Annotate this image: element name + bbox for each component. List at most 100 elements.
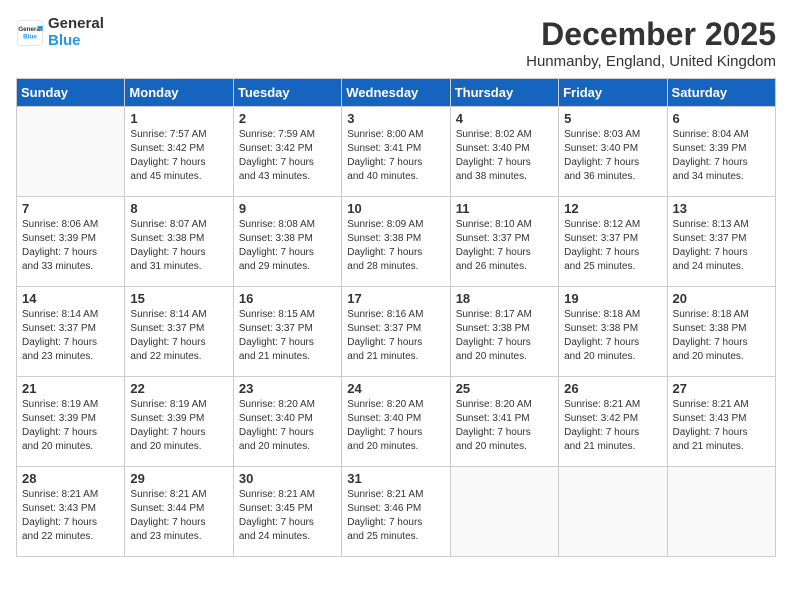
day-number: 13 (673, 201, 770, 216)
day-info: Sunrise: 8:07 AM Sunset: 3:38 PM Dayligh… (130, 218, 227, 274)
calendar-day-cell: 12 Sunrise: 8:12 AM Sunset: 3:37 PM Dayli… (559, 197, 667, 287)
day-info: Sunrise: 8:06 AM Sunset: 3:39 PM Dayligh… (22, 218, 119, 274)
day-number: 11 (456, 201, 553, 216)
calendar-day-cell (17, 107, 125, 197)
day-info: Sunrise: 7:59 AM Sunset: 3:42 PM Dayligh… (239, 128, 336, 184)
calendar-day-cell: 1 Sunrise: 7:57 AM Sunset: 3:42 PM Daylig… (125, 107, 233, 197)
calendar-day-cell: 29 Sunrise: 8:21 AM Sunset: 3:44 PM Dayli… (125, 467, 233, 557)
day-info: Sunrise: 8:13 AM Sunset: 3:37 PM Dayligh… (673, 218, 770, 274)
day-info: Sunrise: 8:03 AM Sunset: 3:40 PM Dayligh… (564, 128, 661, 184)
day-number: 12 (564, 201, 661, 216)
day-info: Sunrise: 8:14 AM Sunset: 3:37 PM Dayligh… (130, 308, 227, 364)
day-of-week-header: Monday (125, 79, 233, 107)
title-block: December 2025 Hunmanby, England, United … (526, 16, 776, 70)
day-info: Sunrise: 8:14 AM Sunset: 3:37 PM Dayligh… (22, 308, 119, 364)
logo-blue-text: Blue (48, 33, 104, 50)
day-number: 1 (130, 111, 227, 126)
calendar-day-cell: 26Sunrise: 8:21 AM Sunset: 3:42 PM Dayli… (559, 377, 667, 467)
calendar-day-cell: 17 Sunrise: 8:16 AM Sunset: 3:37 PM Dayli… (342, 287, 450, 377)
day-info: Sunrise: 8:18 AM Sunset: 3:38 PM Dayligh… (673, 308, 770, 364)
calendar-week-row: 7 Sunrise: 8:06 AM Sunset: 3:39 PM Daylig… (17, 197, 776, 287)
calendar-day-cell: 4Sunrise: 8:02 AM Sunset: 3:40 PM Daylig… (450, 107, 558, 197)
day-of-week-header: Friday (559, 79, 667, 107)
day-number: 21 (22, 381, 119, 396)
day-info: Sunrise: 8:15 AM Sunset: 3:37 PM Dayligh… (239, 308, 336, 364)
calendar-day-cell: 31Sunrise: 8:21 AM Sunset: 3:46 PM Dayli… (342, 467, 450, 557)
day-number: 22 (130, 381, 227, 396)
calendar-day-cell: 9Sunrise: 8:08 AM Sunset: 3:38 PM Daylig… (233, 197, 341, 287)
day-of-week-header: Wednesday (342, 79, 450, 107)
day-number: 25 (456, 381, 553, 396)
calendar-day-cell: 5 Sunrise: 8:03 AM Sunset: 3:40 PM Daylig… (559, 107, 667, 197)
day-number: 6 (673, 111, 770, 126)
calendar-day-cell: 6 Sunrise: 8:04 AM Sunset: 3:39 PM Daylig… (667, 107, 775, 197)
calendar-week-row: 21 Sunrise: 8:19 AM Sunset: 3:39 PM Dayli… (17, 377, 776, 467)
day-number: 31 (347, 471, 444, 486)
day-info: Sunrise: 8:08 AM Sunset: 3:38 PM Dayligh… (239, 218, 336, 274)
day-info: Sunrise: 7:57 AM Sunset: 3:42 PM Dayligh… (130, 128, 227, 184)
calendar-day-cell: 8 Sunrise: 8:07 AM Sunset: 3:38 PM Daylig… (125, 197, 233, 287)
day-info: Sunrise: 8:20 AM Sunset: 3:40 PM Dayligh… (239, 398, 336, 454)
day-number: 19 (564, 291, 661, 306)
day-info: Sunrise: 8:17 AM Sunset: 3:38 PM Dayligh… (456, 308, 553, 364)
day-info: Sunrise: 8:09 AM Sunset: 3:38 PM Dayligh… (347, 218, 444, 274)
logo-general-text: General (48, 16, 104, 33)
logo-text: General Blue (48, 16, 104, 49)
day-info: Sunrise: 8:16 AM Sunset: 3:37 PM Dayligh… (347, 308, 444, 364)
calendar-week-row: 28Sunrise: 8:21 AM Sunset: 3:43 PM Dayli… (17, 467, 776, 557)
header-row: SundayMondayTuesdayWednesdayThursdayFrid… (17, 79, 776, 107)
day-number: 15 (130, 291, 227, 306)
calendar-day-cell: 13 Sunrise: 8:13 AM Sunset: 3:37 PM Dayli… (667, 197, 775, 287)
day-number: 17 (347, 291, 444, 306)
day-info: Sunrise: 8:21 AM Sunset: 3:43 PM Dayligh… (673, 398, 770, 454)
calendar-day-cell: 16 Sunrise: 8:15 AM Sunset: 3:37 PM Dayli… (233, 287, 341, 377)
calendar-body: 1 Sunrise: 7:57 AM Sunset: 3:42 PM Daylig… (17, 107, 776, 557)
calendar-day-cell: 23 Sunrise: 8:20 AM Sunset: 3:40 PM Dayli… (233, 377, 341, 467)
day-number: 20 (673, 291, 770, 306)
day-number: 7 (22, 201, 119, 216)
day-number: 16 (239, 291, 336, 306)
month-title: December 2025 (526, 16, 776, 53)
calendar-day-cell: 2 Sunrise: 7:59 AM Sunset: 3:42 PM Daylig… (233, 107, 341, 197)
day-info: Sunrise: 8:21 AM Sunset: 3:45 PM Dayligh… (239, 488, 336, 544)
day-number: 5 (564, 111, 661, 126)
day-info: Sunrise: 8:19 AM Sunset: 3:39 PM Dayligh… (130, 398, 227, 454)
logo: General Blue General Blue (16, 16, 104, 49)
calendar-header: SundayMondayTuesdayWednesdayThursdayFrid… (17, 79, 776, 107)
day-of-week-header: Sunday (17, 79, 125, 107)
calendar-day-cell: 10 Sunrise: 8:09 AM Sunset: 3:38 PM Dayli… (342, 197, 450, 287)
day-info: Sunrise: 8:20 AM Sunset: 3:40 PM Dayligh… (347, 398, 444, 454)
day-info: Sunrise: 8:18 AM Sunset: 3:38 PM Dayligh… (564, 308, 661, 364)
day-info: Sunrise: 8:21 AM Sunset: 3:42 PM Dayligh… (564, 398, 661, 454)
page-header: General Blue General Blue December 2025 … (16, 16, 776, 70)
day-info: Sunrise: 8:12 AM Sunset: 3:37 PM Dayligh… (564, 218, 661, 274)
calendar-day-cell (450, 467, 558, 557)
day-number: 30 (239, 471, 336, 486)
day-info: Sunrise: 8:04 AM Sunset: 3:39 PM Dayligh… (673, 128, 770, 184)
day-number: 29 (130, 471, 227, 486)
calendar-day-cell: 7 Sunrise: 8:06 AM Sunset: 3:39 PM Daylig… (17, 197, 125, 287)
calendar-day-cell: 28Sunrise: 8:21 AM Sunset: 3:43 PM Dayli… (17, 467, 125, 557)
calendar-day-cell (559, 467, 667, 557)
calendar-day-cell: 18Sunrise: 8:17 AM Sunset: 3:38 PM Dayli… (450, 287, 558, 377)
day-number: 8 (130, 201, 227, 216)
day-number: 4 (456, 111, 553, 126)
day-number: 14 (22, 291, 119, 306)
day-number: 27 (673, 381, 770, 396)
day-number: 2 (239, 111, 336, 126)
calendar-day-cell: 15 Sunrise: 8:14 AM Sunset: 3:37 PM Dayli… (125, 287, 233, 377)
day-number: 23 (239, 381, 336, 396)
day-number: 24 (347, 381, 444, 396)
day-of-week-header: Tuesday (233, 79, 341, 107)
day-number: 10 (347, 201, 444, 216)
svg-text:Blue: Blue (23, 33, 37, 40)
day-info: Sunrise: 8:19 AM Sunset: 3:39 PM Dayligh… (22, 398, 119, 454)
calendar-day-cell: 30 Sunrise: 8:21 AM Sunset: 3:45 PM Dayli… (233, 467, 341, 557)
calendar-table: SundayMondayTuesdayWednesdayThursdayFrid… (16, 78, 776, 557)
day-info: Sunrise: 8:10 AM Sunset: 3:37 PM Dayligh… (456, 218, 553, 274)
day-of-week-header: Thursday (450, 79, 558, 107)
day-number: 28 (22, 471, 119, 486)
calendar-day-cell: 20 Sunrise: 8:18 AM Sunset: 3:38 PM Dayli… (667, 287, 775, 377)
day-info: Sunrise: 8:21 AM Sunset: 3:44 PM Dayligh… (130, 488, 227, 544)
calendar-day-cell: 11 Sunrise: 8:10 AM Sunset: 3:37 PM Dayli… (450, 197, 558, 287)
